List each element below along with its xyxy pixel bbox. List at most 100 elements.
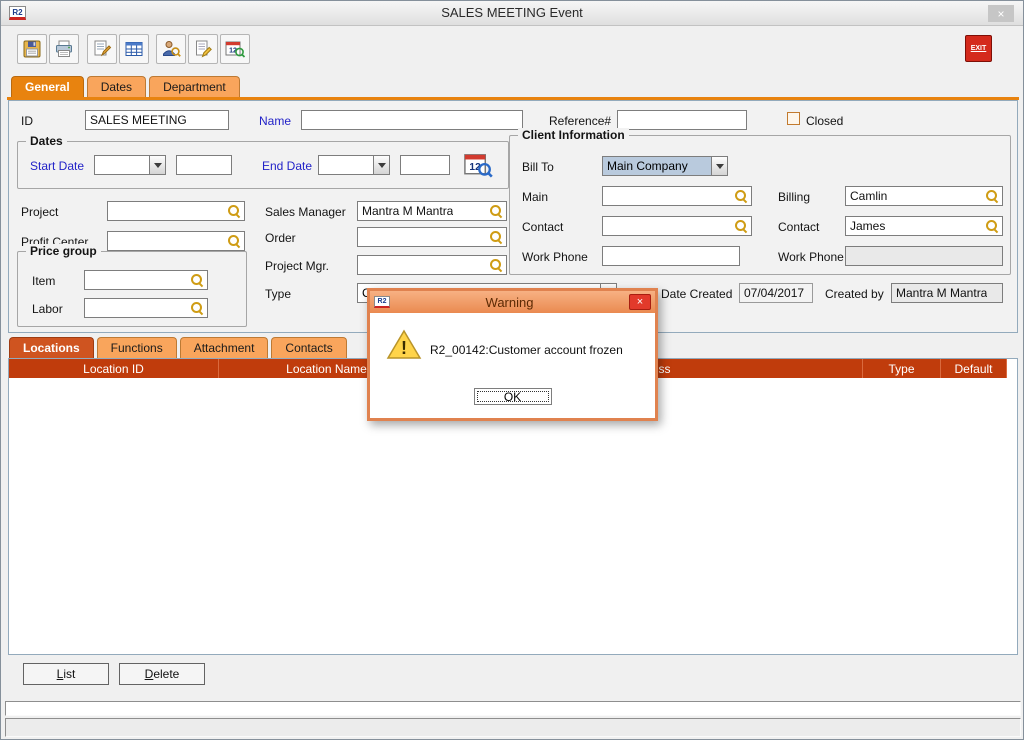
search-icon[interactable] [228,235,240,247]
labor-label: Labor [32,302,63,316]
order-field[interactable] [357,227,507,247]
project-field[interactable] [107,201,245,221]
name-field[interactable] [301,110,523,130]
delete-button[interactable]: Delete [119,663,205,685]
dates-group-title: Dates [26,134,67,148]
tab-contacts[interactable]: Contacts [271,337,346,358]
billing-work-phone-field [845,246,1003,266]
dialog-close-button[interactable]: × [629,294,651,310]
client-information-title: Client Information [518,128,629,142]
labor-field[interactable] [84,298,208,318]
search-icon[interactable] [735,190,747,202]
notes-button[interactable] [87,34,117,64]
calendar-icon: 12 [462,149,494,181]
edit-document-button[interactable] [188,34,218,64]
billing-contact-field[interactable]: James [845,216,1003,236]
search-icon[interactable] [986,220,998,232]
end-time-field[interactable] [400,155,450,175]
dates-group: Dates Start Date End Date 12 [17,141,509,189]
dialog-title-bar[interactable]: R2 Warning × [370,291,655,313]
work-phone-field[interactable] [602,246,740,266]
main-field[interactable] [602,186,752,206]
search-icon[interactable] [490,259,502,271]
contact-label: Contact [522,220,563,234]
start-time-field[interactable] [176,155,232,175]
sales-manager-field[interactable]: Mantra M Mantra [357,201,507,221]
tab-attachment[interactable]: Attachment [180,337,269,358]
closed-checkbox[interactable] [787,112,800,125]
person-search-icon [161,39,181,59]
work-phone-label: Work Phone [522,250,588,264]
start-date-select[interactable] [94,155,166,175]
created-by-field: Mantra M Mantra [891,283,1003,303]
notes-icon [92,39,112,59]
tab-functions[interactable]: Functions [97,337,177,358]
warning-icon: ! [386,329,422,361]
column-header-type[interactable]: Type [863,359,941,378]
start-date-label: Start Date [30,159,84,173]
column-header-location-id[interactable]: Location ID [9,359,219,378]
date-created-field: 07/04/2017 [739,283,813,303]
dialog-body: ! R2_00142:Customer account frozen OK [370,313,655,418]
window-close-button[interactable]: × [988,5,1014,22]
toolbar: 12 EXIT [1,27,1023,71]
calendar-search-icon: 12 [224,39,246,59]
date-calendar-button[interactable]: 12 [462,149,494,186]
closed-label: Closed [806,114,843,128]
lower-tab-bar: Locations Functions Attachment Contacts [9,337,350,358]
reference-field[interactable] [617,110,747,130]
title-bar[interactable]: R2 SALES MEETING Event × [1,1,1023,26]
name-label: Name [259,114,291,128]
id-field[interactable]: SALES MEETING [85,110,229,130]
list-button[interactable]: List [23,663,109,685]
search-icon[interactable] [490,205,502,217]
grid-button[interactable] [119,34,149,64]
chevron-down-icon[interactable] [711,156,728,176]
billing-field[interactable]: Camlin [845,186,1003,206]
search-icon[interactable] [228,205,240,217]
end-date-label: End Date [262,159,312,173]
id-label: ID [21,114,33,128]
project-mgr-field[interactable] [357,255,507,275]
search-icon[interactable] [735,220,747,232]
dialog-title: Warning [390,295,629,310]
tab-locations[interactable]: Locations [9,337,94,358]
print-icon [54,39,74,59]
order-label: Order [265,231,296,245]
print-button[interactable] [49,34,79,64]
search-icon[interactable] [191,302,203,314]
window-title: SALES MEETING Event [1,5,1023,20]
search-icon[interactable] [986,190,998,202]
svg-text:!: ! [401,338,407,358]
date-created-label: Date Created [661,287,732,301]
ok-button[interactable]: OK [474,388,552,405]
contact-field[interactable] [602,216,752,236]
tab-general[interactable]: General [11,76,84,97]
warning-dialog: R2 Warning × ! R2_00142:Customer account… [367,288,658,421]
project-mgr-label: Project Mgr. [265,259,329,273]
search-icon[interactable] [191,274,203,286]
calendar-search-button[interactable]: 12 [220,34,250,64]
exit-button[interactable]: EXIT [965,35,992,62]
profit-center-field[interactable] [107,231,245,251]
save-button[interactable] [17,34,47,64]
tab-department[interactable]: Department [149,76,240,97]
main-label: Main [522,190,548,204]
main-tab-bar: General Dates Department [11,76,243,97]
end-date-select[interactable] [318,155,390,175]
reference-label: Reference# [549,114,611,128]
chevron-down-icon[interactable] [149,155,166,175]
client-information-group: Client Information Bill To Main Company … [509,135,1011,275]
price-group: Price group Item Labor [17,251,247,327]
bill-to-select[interactable]: Main Company [602,156,728,176]
item-field[interactable] [84,270,208,290]
table-header-filler [1007,359,1017,378]
chevron-down-icon[interactable] [373,155,390,175]
column-header-default[interactable]: Default [941,359,1007,378]
project-label: Project [21,205,58,219]
created-by-label: Created by [825,287,884,301]
type-label: Type [265,287,291,301]
search-icon[interactable] [490,231,502,243]
tab-dates[interactable]: Dates [87,76,146,97]
person-search-button[interactable] [156,34,186,64]
